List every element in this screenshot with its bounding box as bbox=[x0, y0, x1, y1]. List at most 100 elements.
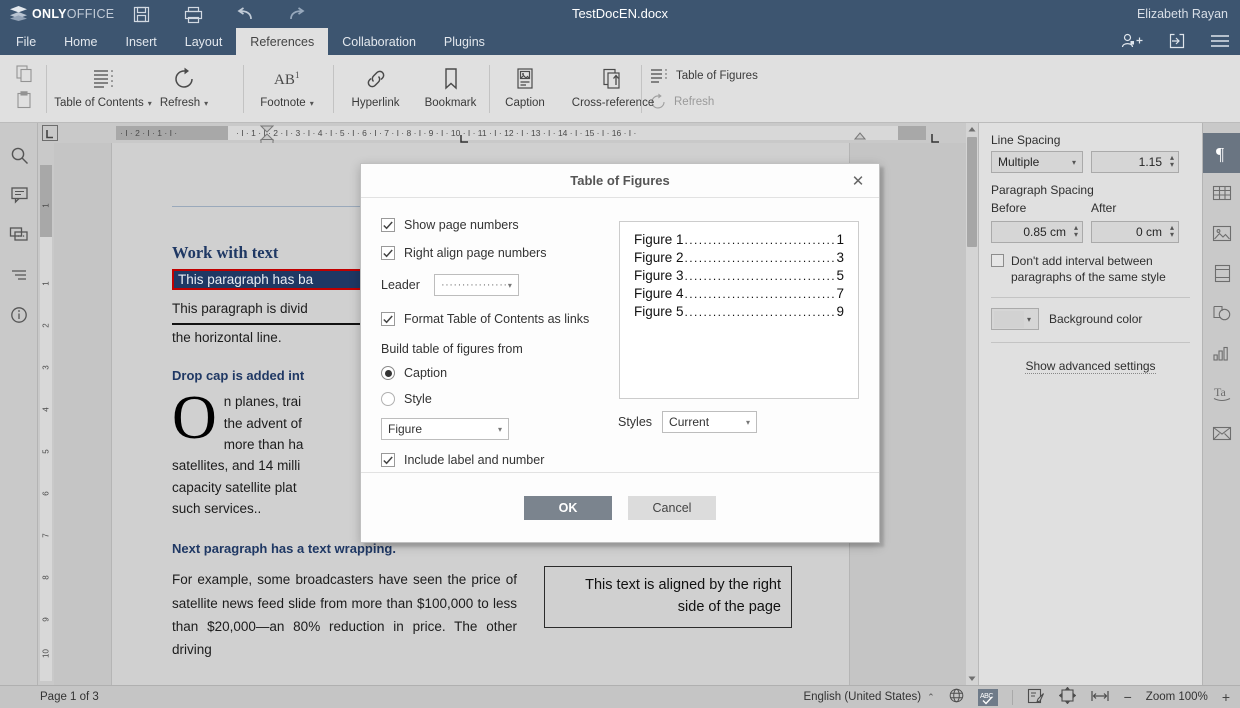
tab-collaboration[interactable]: Collaboration bbox=[328, 28, 430, 55]
close-icon[interactable]: ✕ bbox=[849, 172, 867, 190]
stepper-arrows-icon[interactable]: ▴ ▾ bbox=[1170, 224, 1174, 239]
sidebar-item-mail-merge[interactable] bbox=[1203, 413, 1240, 453]
tab-layout[interactable]: Layout bbox=[171, 28, 237, 55]
sidebar-item-about[interactable] bbox=[0, 295, 38, 335]
document-vertical-scrollbar[interactable] bbox=[966, 123, 978, 685]
preview-entry-page: 1 bbox=[836, 232, 844, 247]
globe-icon[interactable] bbox=[949, 688, 964, 706]
sidebar-item-image-settings[interactable] bbox=[1203, 213, 1240, 253]
cross-reference-icon bbox=[601, 65, 625, 93]
format-as-links-checkbox[interactable] bbox=[381, 312, 395, 326]
track-changes-icon[interactable] bbox=[1027, 688, 1045, 707]
sidebar-item-chat[interactable] bbox=[0, 215, 38, 255]
spellcheck-icon[interactable]: ABC bbox=[977, 688, 998, 706]
zoom-in-button[interactable]: + bbox=[1222, 689, 1230, 705]
right-align-page-numbers-checkbox[interactable] bbox=[381, 246, 395, 260]
caption-source-select[interactable]: Figure ▾ bbox=[381, 418, 509, 440]
open-location-icon[interactable] bbox=[1164, 30, 1188, 52]
refresh-toc-button[interactable]: Refresh ▾ bbox=[148, 59, 220, 109]
radio-style-row[interactable]: Style bbox=[381, 392, 626, 406]
caption-icon bbox=[514, 65, 536, 93]
table-of-figures-icon bbox=[651, 69, 667, 83]
zoom-out-button[interactable]: − bbox=[1124, 689, 1132, 705]
tab-stop-selector[interactable] bbox=[42, 125, 58, 141]
chevron-down-icon[interactable]: ▾ bbox=[310, 99, 314, 108]
stepper-arrows-icon[interactable]: ▴ ▾ bbox=[1170, 154, 1174, 169]
styles-select[interactable]: Current ▾ bbox=[662, 411, 758, 433]
paste-icon[interactable] bbox=[8, 87, 40, 113]
zoom-level-label[interactable]: Zoom 100% bbox=[1146, 691, 1208, 703]
horizontal-ruler[interactable]: · I · 2 · I · 1 · I · · I · 1 · I · 2 · … bbox=[38, 123, 970, 146]
sidebar-item-chart-settings[interactable] bbox=[1203, 333, 1240, 373]
fit-width-icon[interactable] bbox=[1090, 689, 1110, 706]
hyperlink-button[interactable]: Hyperlink bbox=[338, 59, 413, 109]
sidebar-item-table-settings[interactable] bbox=[1203, 173, 1240, 213]
right-aligned-textbox[interactable]: This text is aligned by the right side o… bbox=[544, 566, 792, 628]
chevron-down-icon: ▾ bbox=[1071, 157, 1076, 167]
chart-settings-icon bbox=[1213, 346, 1228, 361]
tab-references[interactable]: References bbox=[236, 28, 329, 55]
dont-add-interval-checkbox[interactable] bbox=[991, 254, 1004, 267]
right-indent-marker[interactable] bbox=[854, 126, 866, 140]
table-of-contents-button[interactable]: Table of Contents ▾ bbox=[54, 59, 152, 109]
include-label-and-number-row[interactable]: Include label and number bbox=[381, 453, 626, 467]
add-user-icon[interactable] bbox=[1120, 30, 1144, 52]
leader-select[interactable]: ······················· ▾ bbox=[433, 274, 519, 296]
preview-entry-4: Figure 4 ...............................… bbox=[634, 286, 844, 301]
right-align-page-numbers-label: Right align page numbers bbox=[404, 246, 547, 260]
line-spacing-mode-select[interactable]: Multiple ▾ bbox=[991, 151, 1083, 173]
svg-text:Ta: Ta bbox=[1214, 385, 1226, 399]
advanced-settings-row: Show advanced settings bbox=[991, 353, 1190, 375]
ribbon-separator-4 bbox=[489, 65, 490, 113]
show-page-numbers-row[interactable]: Show page numbers bbox=[381, 218, 626, 232]
copy-icon[interactable] bbox=[8, 61, 40, 87]
vertical-ruler[interactable]: 1 1 2 3 4 5 6 7 8 9 10 bbox=[38, 143, 54, 685]
tab-file[interactable]: File bbox=[2, 28, 50, 55]
spacing-before-stepper[interactable]: 0.85 cm ▴ ▾ bbox=[991, 221, 1083, 243]
spacing-after-stepper[interactable]: 0 cm ▴ ▾ bbox=[1091, 221, 1179, 243]
dont-add-interval-checkbox-row[interactable]: Don't add interval between paragraphs of… bbox=[991, 253, 1190, 285]
tab-plugins[interactable]: Plugins bbox=[430, 28, 499, 55]
radio-caption-button[interactable] bbox=[381, 366, 395, 380]
include-label-and-number-checkbox[interactable] bbox=[381, 453, 395, 467]
include-label-and-number-label: Include label and number bbox=[404, 453, 545, 467]
cancel-button[interactable]: Cancel bbox=[628, 495, 716, 520]
scroll-up-icon[interactable] bbox=[966, 123, 978, 135]
show-page-numbers-checkbox[interactable] bbox=[381, 218, 395, 232]
sidebar-item-paragraph-settings[interactable]: ¶ bbox=[1203, 133, 1240, 173]
sidebar-item-header-footer-settings[interactable] bbox=[1203, 253, 1240, 293]
preview-entry-name: Figure 1 bbox=[634, 232, 684, 247]
language-selector[interactable]: English (United States) ⌃ bbox=[803, 691, 934, 703]
status-right-group: English (United States) ⌃ ABC − Zoom 100… bbox=[803, 686, 1230, 707]
background-color-picker[interactable]: ▾ bbox=[991, 308, 1039, 331]
chevron-down-icon[interactable]: ▾ bbox=[204, 99, 208, 108]
sidebar-item-text-art-settings[interactable]: Ta bbox=[1203, 373, 1240, 413]
ok-button[interactable]: OK bbox=[524, 495, 612, 520]
check-icon bbox=[383, 315, 393, 323]
hamburger-menu-icon[interactable] bbox=[1208, 30, 1232, 52]
line-spacing-value-stepper[interactable]: 1.15 ▴ ▾ bbox=[1091, 151, 1179, 173]
caption-source-value: Figure bbox=[388, 422, 423, 436]
format-as-links-row[interactable]: Format Table of Contents as links bbox=[381, 312, 626, 326]
footnote-button[interactable]: AB 1 Footnote ▾ bbox=[248, 59, 326, 109]
scroll-down-icon[interactable] bbox=[966, 673, 978, 685]
stepper-arrows-icon[interactable]: ▴ ▾ bbox=[1074, 224, 1078, 239]
tab-home[interactable]: Home bbox=[50, 28, 111, 55]
bookmark-button[interactable]: Bookmark bbox=[413, 59, 488, 109]
sidebar-item-comments[interactable] bbox=[0, 175, 38, 215]
preview-entry-5: Figure 5 ...............................… bbox=[634, 304, 844, 319]
radio-caption-row[interactable]: Caption bbox=[381, 366, 626, 380]
right-align-page-numbers-row[interactable]: Right align page numbers bbox=[381, 246, 626, 260]
scrollbar-thumb[interactable] bbox=[967, 137, 977, 247]
ruler-marks-right: · I · 1 · I · 2 · I · 3 · I · 4 · I · 5 … bbox=[236, 128, 637, 138]
tab-insert[interactable]: Insert bbox=[112, 28, 171, 55]
show-advanced-settings-link[interactable]: Show advanced settings bbox=[1025, 359, 1156, 375]
sidebar-item-search[interactable] bbox=[0, 135, 38, 175]
fit-page-icon[interactable] bbox=[1058, 686, 1076, 707]
sidebar-item-shape-settings[interactable] bbox=[1203, 293, 1240, 333]
sidebar-item-headings[interactable] bbox=[0, 255, 38, 295]
radio-style-button[interactable] bbox=[381, 392, 395, 406]
table-of-figures-button[interactable]: Table of Figures bbox=[645, 63, 758, 89]
tab-stop-marker[interactable] bbox=[460, 135, 470, 143]
caption-button[interactable]: Caption bbox=[492, 59, 558, 109]
